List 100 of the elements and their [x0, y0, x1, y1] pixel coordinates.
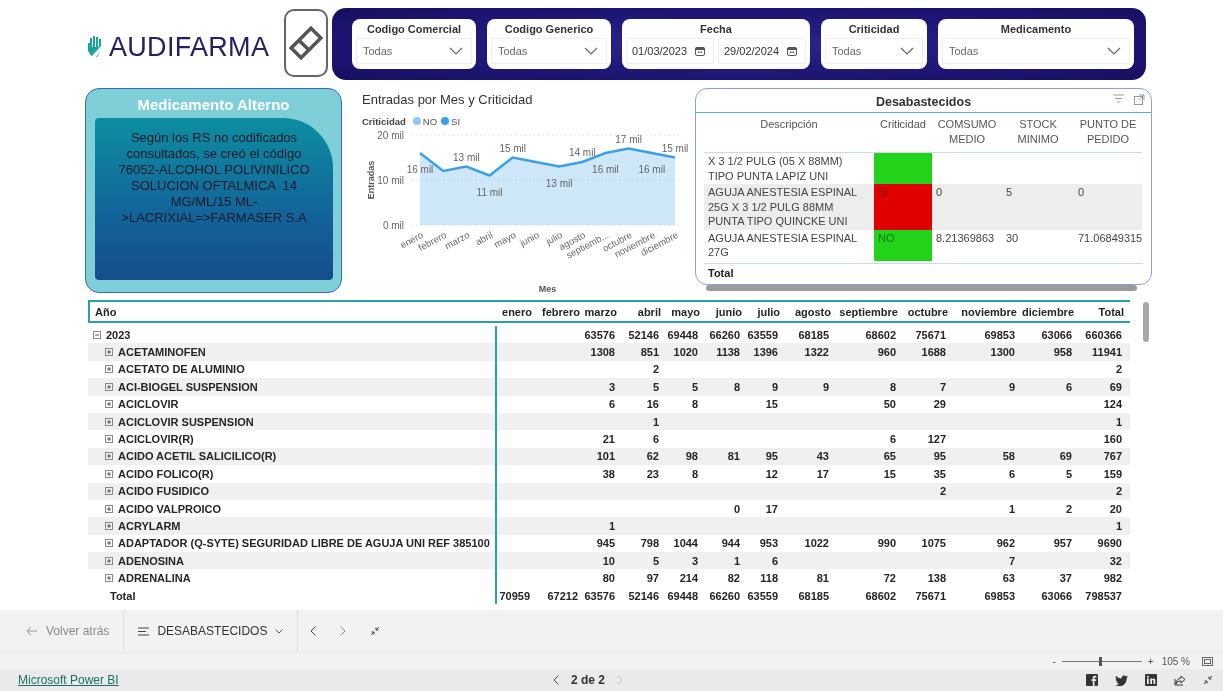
table-cell-text: 95	[764, 450, 779, 463]
expand-icon[interactable]	[105, 487, 113, 496]
table-cell-text: 1322	[803, 346, 830, 359]
fit-to-page-icon[interactable]	[1202, 656, 1213, 666]
column-header: diciembre	[1021, 305, 1075, 318]
table-cell-text: 1044	[672, 537, 699, 550]
table-cell-text: 63576	[583, 589, 616, 602]
table-cell-text: 7	[938, 380, 947, 393]
table-cell: 5	[1002, 184, 1074, 230]
table-cell-text: 9	[770, 380, 779, 393]
table-cell-text: 63559	[746, 589, 779, 602]
table-cell-text: 69448	[666, 328, 699, 341]
criticality-cell: NO	[874, 229, 932, 261]
table-cell-text: 1020	[672, 346, 699, 359]
vertical-scrollbar[interactable]	[1143, 302, 1149, 342]
slicer-title: Medicamento	[999, 23, 1073, 35]
table-cell-text: 63576	[583, 328, 616, 341]
power-bi-link[interactable]: Microsoft Power BI	[18, 673, 119, 687]
collapse-arrows-icon[interactable]	[1203, 675, 1213, 685]
table-cell-text: 11941	[1091, 346, 1123, 359]
expand-icon[interactable]	[105, 452, 113, 461]
horizontal-scrollbar[interactable]	[706, 284, 1137, 291]
chevron-down-icon	[900, 47, 914, 55]
table-cell-text: 6	[770, 554, 779, 567]
expand-icon[interactable]	[105, 522, 113, 530]
expand-icon[interactable]	[105, 365, 113, 374]
table-cell-text: 9	[821, 380, 830, 393]
row-label: ACICLOVIR SUSPENSION	[118, 415, 254, 428]
collapse-icon[interactable]	[93, 330, 101, 339]
table-cell-text: 1688	[920, 346, 947, 359]
column-header: febrero	[541, 305, 581, 318]
calendar-icon	[695, 46, 706, 56]
dropdown[interactable]: Todas	[356, 38, 472, 64]
table-cell-text: 8	[690, 398, 699, 411]
expand-icon[interactable]	[105, 348, 113, 357]
zoom-out-button[interactable]: -	[1052, 655, 1056, 667]
chevron-left-icon[interactable]	[553, 675, 559, 685]
table-cell-text: 52146	[627, 589, 660, 602]
expand-icon[interactable]	[105, 574, 113, 583]
column-header: mayo	[670, 305, 701, 318]
expand-icon[interactable]	[105, 417, 113, 426]
table-cell-text: 953	[758, 537, 779, 550]
expand-icon[interactable]	[105, 539, 113, 548]
slicer-title: Criticidad	[847, 23, 901, 35]
column-header: marzo	[583, 305, 618, 318]
expand-icon[interactable]	[105, 469, 113, 478]
table-cell-text: 6	[607, 398, 616, 411]
table-cell-text: 20	[1108, 502, 1123, 515]
table-cell-text: AGUJA ANESTESIA ESPINAL 27G	[707, 230, 858, 260]
row-label: ADRENALINA	[118, 572, 191, 585]
page-menu[interactable]: DESABASTECIDOS	[124, 610, 298, 652]
total-label: Total	[704, 262, 1143, 279]
row-label: ACIDO ACETIL SALICILICO(R)	[118, 450, 277, 463]
table-cell-text: 15	[882, 467, 897, 480]
expand-icon[interactable]	[1134, 94, 1145, 105]
expand-icon[interactable]	[105, 382, 113, 391]
table-cell-text: 1	[651, 415, 660, 428]
x-axis-title: Mes	[538, 284, 557, 294]
share-icon[interactable]	[1174, 674, 1186, 686]
table-cell-text: 12	[764, 467, 779, 480]
table-cell-text: 1300	[989, 346, 1016, 359]
expand-icon[interactable]	[105, 556, 113, 565]
table-cell-text: 15	[764, 398, 779, 411]
expand-icon[interactable]	[105, 504, 113, 513]
table-cell-text: 958	[1052, 346, 1073, 359]
column-header: COMSUMO MEDIO	[932, 113, 1002, 153]
table-cell-text: 798	[639, 537, 660, 550]
calendar-icon	[787, 46, 798, 56]
table-cell-text: 3	[690, 554, 699, 567]
table-cell-text: 68602	[864, 589, 897, 602]
zoom-in-button[interactable]: +	[1147, 655, 1154, 667]
date-field[interactable]: 01/03/2023	[626, 38, 714, 64]
table-cell-text: 71.06849315	[1077, 230, 1142, 246]
table-cell-text: 798537	[1084, 589, 1123, 602]
arrow-left-icon	[26, 626, 38, 636]
table-cell-text: 10	[601, 554, 616, 567]
row-label: 2023	[106, 328, 131, 341]
f-logo-icon[interactable]	[1086, 674, 1098, 686]
table-cell-text: 1	[607, 520, 616, 532]
expand-icon[interactable]	[105, 400, 113, 409]
table-cell-text: 8	[888, 380, 897, 393]
slider-thumb[interactable]	[1099, 656, 1103, 666]
slicer-title: Codigo Comercial	[365, 23, 463, 35]
dropdown[interactable]: Todas	[825, 38, 923, 64]
table-cell-text: 7	[1007, 554, 1016, 567]
in-logo-icon[interactable]	[1145, 674, 1157, 686]
table-cell-text: 2	[1114, 363, 1123, 376]
table-cell-text: 81	[726, 450, 741, 463]
bird-icon[interactable]	[1115, 674, 1128, 686]
date-field[interactable]: 29/02/2024	[718, 38, 806, 64]
filter-icon[interactable]	[1113, 94, 1124, 103]
page-indicator: 2 de 2	[571, 673, 606, 687]
table-cell-text: 52146	[627, 328, 660, 341]
dropdown[interactable]: Todas	[942, 38, 1130, 64]
expand-icon[interactable]	[105, 435, 113, 444]
column-header: septiembre	[838, 305, 899, 318]
table-cell-text: 95	[932, 450, 947, 463]
dropdown[interactable]: Todas	[491, 38, 607, 64]
data-label: 14 mil	[568, 147, 596, 158]
table-cell-text: 2	[1064, 502, 1073, 515]
